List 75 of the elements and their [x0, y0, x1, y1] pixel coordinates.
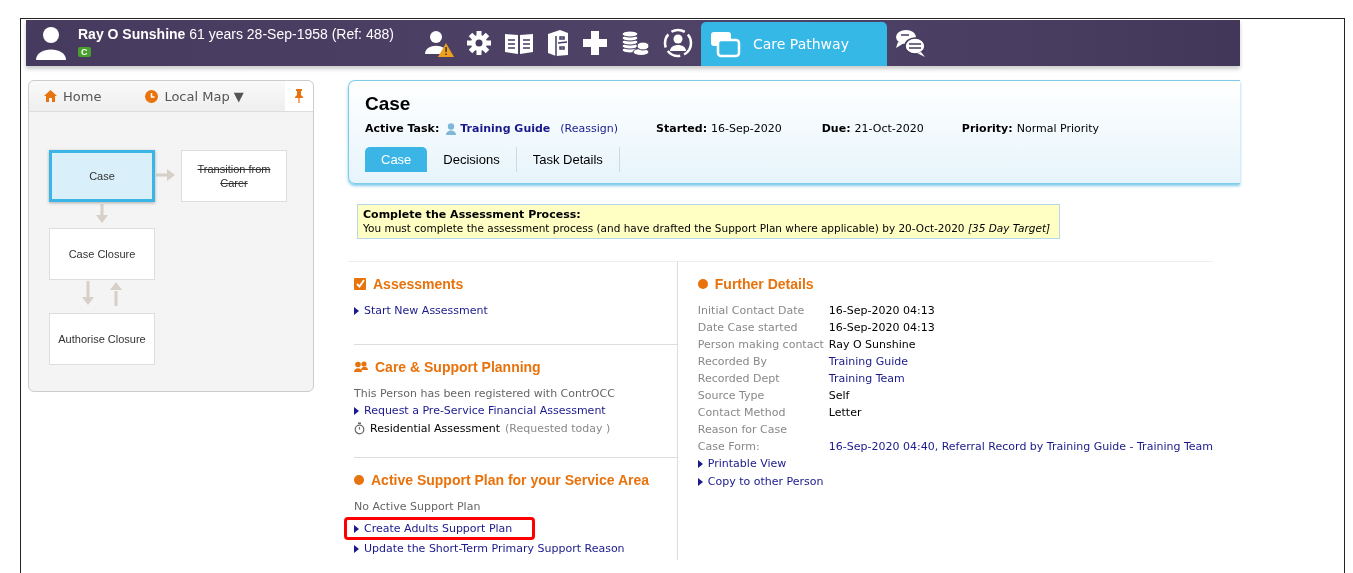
field-label: Source Type: [697, 389, 766, 402]
home-icon: [44, 90, 57, 102]
triangle-icon: [354, 524, 359, 533]
meta-value: 16-Sep-2020: [711, 122, 782, 135]
section-title: Assessments: [373, 276, 464, 292]
home-link[interactable]: Home: [44, 88, 102, 104]
action-link[interactable]: Printable View: [697, 457, 787, 470]
section-title: Further Details: [714, 276, 814, 292]
section-title: Care & Support Planning: [375, 359, 541, 375]
field-link[interactable]: 16-Sep-2020 04:40, Referral Record by Training Guide - Training Team: [828, 440, 1213, 453]
patient-header: Ray O Sunshine 61 years 28-Sep-1958 (Ref: 488): [78, 26, 395, 42]
field-value: Ray O Sunshine: [828, 338, 917, 351]
action-link[interactable]: Create Adults Support Plan: [344, 517, 536, 540]
meta-value: 21-Oct-2020: [854, 122, 924, 135]
case-title: Case: [365, 93, 412, 115]
section-title: Active Support Plan for your Service Area: [371, 472, 649, 488]
checkbox-icon: [354, 278, 366, 290]
field-value: Letter: [828, 406, 863, 419]
stopwatch-icon: [354, 422, 365, 435]
case-tab[interactable]: Task Details: [516, 147, 620, 172]
notice-title: Complete the Assessment Process:: [363, 208, 582, 221]
field-label: Initial Contact Date: [697, 304, 806, 317]
person-circle-icon[interactable]: [662, 27, 694, 59]
windows-icon: [709, 30, 741, 58]
pending-item: Residential Assessment: [370, 422, 501, 435]
triangle-icon: [354, 544, 359, 553]
field-link[interactable]: Training Guide: [828, 355, 1213, 368]
field-label: Contact Method: [697, 406, 787, 419]
triangle-icon: [354, 306, 359, 315]
map-node[interactable]: Authorise Closure: [49, 313, 155, 365]
coins-icon[interactable]: [620, 28, 650, 58]
reassign-link[interactable]: (Reassign): [560, 122, 619, 135]
status-badge: C: [78, 47, 91, 57]
field-link[interactable]: Training Team: [828, 372, 1213, 385]
meta-label: Due:: [821, 122, 851, 135]
local-map-menu[interactable]: Local Map ▼: [145, 88, 244, 104]
field-value: Self: [828, 389, 851, 402]
filing-cabinet-icon[interactable]: [546, 29, 570, 57]
note-text: No Active Support Plan: [354, 500, 482, 513]
field-label: Recorded By: [697, 355, 769, 368]
book-icon[interactable]: [504, 31, 534, 55]
meta-value: Normal Priority: [1016, 122, 1100, 135]
field-label: Reason for Case: [697, 423, 788, 436]
map-node[interactable]: Case: [49, 150, 155, 202]
bullet-icon: [354, 475, 364, 485]
plus-icon[interactable]: [582, 30, 608, 56]
action-link[interactable]: Copy to other Person: [697, 475, 824, 488]
status-text: (Requested today ): [505, 422, 611, 435]
settings-icon[interactable]: [466, 30, 492, 56]
meta-label: Priority:: [961, 122, 1013, 135]
bullet-icon: [697, 279, 708, 289]
triangle-icon: [354, 406, 359, 415]
field-label: Person making contact: [697, 338, 825, 351]
clock-icon: [145, 89, 159, 103]
note-text: This Person has been registered with ContrOCC: [354, 387, 616, 400]
chat-bubbles-icon[interactable]: [895, 28, 927, 58]
action-link[interactable]: Request a Pre-Service Financial Assessment: [354, 404, 606, 417]
people-icon: [354, 361, 368, 373]
field-value: 16-Sep-2020 04:13: [828, 321, 936, 334]
person-warning-icon[interactable]: [424, 28, 454, 58]
action-link[interactable]: Start New Assessment: [354, 304, 488, 317]
active-task-label: Active Task:: [365, 122, 440, 135]
case-tab[interactable]: Decisions: [427, 147, 517, 172]
user-link[interactable]: Training Guide: [460, 122, 551, 135]
field-label: Recorded Dept: [697, 372, 781, 385]
notice-text: You must complete the assessment process (and have drafted the Support Plan where applicable) by 20-Oct-2020 [35 Day Target]: [363, 221, 1052, 235]
map-node[interactable]: Case Closure: [49, 228, 155, 280]
meta-label: Started:: [656, 122, 708, 135]
person-icon: [34, 24, 68, 60]
field-value: 16-Sep-2020 04:13: [828, 304, 936, 317]
field-label: Case Form:: [697, 440, 761, 453]
field-label: Date Case started: [697, 321, 799, 334]
action-link[interactable]: Update the Short-Term Primary Support Reason: [354, 542, 625, 555]
user-icon: [446, 122, 457, 135]
pin-icon[interactable]: [294, 89, 304, 103]
